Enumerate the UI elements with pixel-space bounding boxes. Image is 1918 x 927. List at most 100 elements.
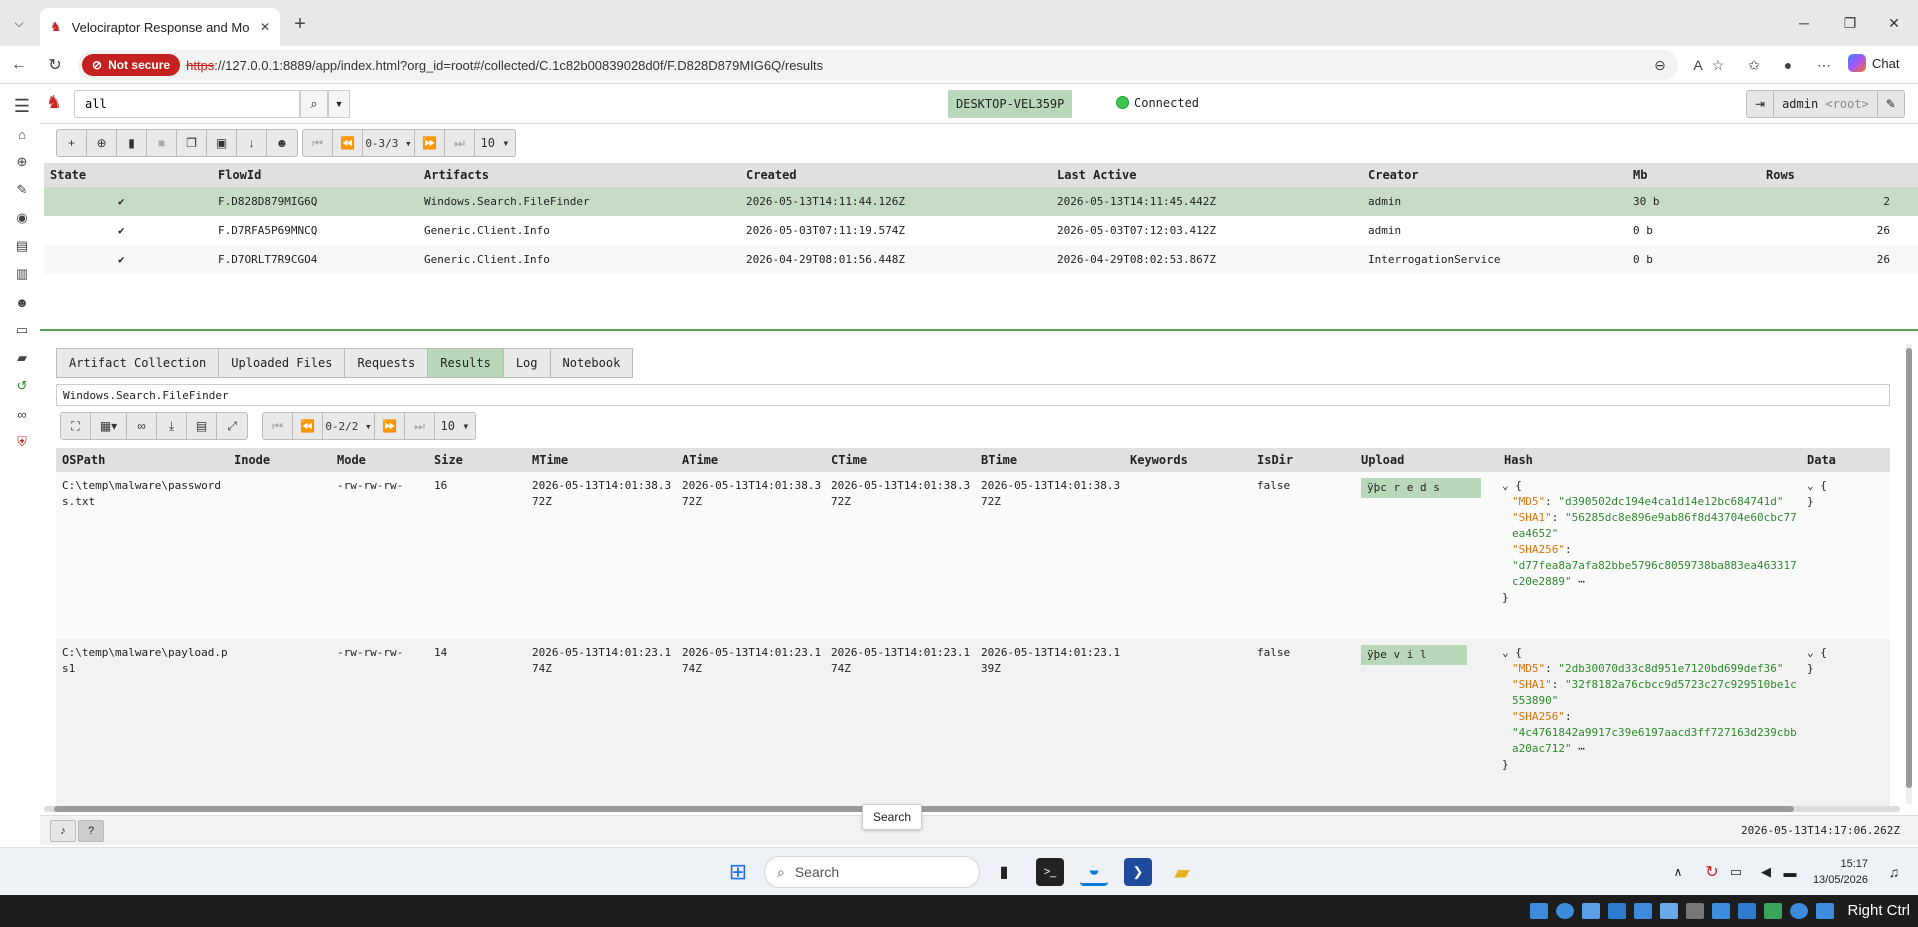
col-artifacts[interactable]: Artifacts <box>418 168 740 182</box>
profile-avatar-icon[interactable]: ● <box>1778 56 1798 74</box>
col-btime[interactable]: BTime <box>975 453 1124 467</box>
col-last-active[interactable]: Last Active <box>1051 168 1362 182</box>
user-icon[interactable]: ☻ <box>8 288 36 316</box>
col-ospath[interactable]: OSPath <box>56 453 228 467</box>
binoculars-icon[interactable]: ∞ <box>8 400 36 428</box>
expand-ellipsis-icon[interactable]: ⋯ <box>1578 575 1585 588</box>
collapse-chevron-icon[interactable]: ⌄ <box>1807 646 1814 659</box>
prev-page-icon[interactable]: ⏪ <box>293 413 323 439</box>
result-row[interactable]: C:\temp\malware\payload.ps1 -rw-rw-rw- 1… <box>56 639 1890 806</box>
upload-link[interactable]: ÿþc r e d s <box>1361 478 1481 498</box>
url-field[interactable]: ⊘ Not secure https://127.0.0.1:8889/app/… <box>78 50 1678 80</box>
col-ctime[interactable]: CTime <box>825 453 975 467</box>
reload-icon[interactable]: ↻ <box>42 52 68 78</box>
vm-display-icon[interactable] <box>1686 903 1704 919</box>
vm-green-status-icon[interactable] <box>1764 903 1782 919</box>
tab-notebook[interactable]: Notebook <box>549 348 634 378</box>
start-windows-icon[interactable]: ⊞ <box>724 858 752 886</box>
home-icon[interactable]: ⌂ <box>8 120 36 148</box>
vm-keyboard-icon[interactable] <box>1816 903 1834 919</box>
history-icon[interactable]: ↺ <box>8 372 36 400</box>
col-data[interactable]: Data <box>1801 453 1881 467</box>
col-atime[interactable]: ATime <box>676 453 825 467</box>
last-page-icon[interactable]: ⏭ <box>405 413 435 439</box>
wrench-icon[interactable]: ✎ <box>8 176 36 204</box>
col-flowid[interactable]: FlowId <box>212 168 418 182</box>
search-dropdown-icon[interactable]: ▼ <box>328 90 350 118</box>
next-page-icon[interactable]: ⏩ <box>375 413 405 439</box>
save-icon[interactable]: ▣ <box>207 130 237 156</box>
hunt-crosshair-icon[interactable]: ⊕ <box>8 148 36 176</box>
favorites-icon[interactable]: ✩ <box>1744 56 1764 74</box>
export-icon[interactable]: ▤ <box>187 413 217 439</box>
favorite-star-icon[interactable]: ☆ <box>1708 56 1728 74</box>
zoom-icon[interactable]: ⊖ <box>1650 56 1670 74</box>
task-view-icon[interactable]: ▮ <box>990 858 1018 886</box>
vm-usb-icon[interactable] <box>1634 903 1652 919</box>
battery-icon[interactable]: ▬ <box>1776 858 1804 886</box>
minimize-window-icon[interactable]: ─ <box>1784 10 1824 36</box>
delete-trash-icon[interactable]: ▮ <box>117 130 147 156</box>
expand-icon[interactable]: ⤢ <box>217 413 247 439</box>
taskbar-search-box[interactable]: ⌕ Search <box>764 856 980 888</box>
result-row[interactable]: C:\temp\malware\passwords.txt -rw-rw-rw-… <box>56 472 1890 639</box>
col-hash[interactable]: Hash <box>1498 453 1801 467</box>
back-arrow-icon[interactable]: ← <box>6 52 32 78</box>
copy-icon[interactable]: ❐ <box>177 130 207 156</box>
not-secure-badge[interactable]: ⊘ Not secure <box>82 54 181 76</box>
search-icon[interactable]: ⌕ <box>300 90 328 118</box>
new-tab-button[interactable]: + <box>288 12 312 36</box>
client-search-input[interactable] <box>74 90 300 118</box>
results-page-size-dropdown[interactable]: 10 ▾ <box>435 413 475 439</box>
laptop-icon[interactable]: ▭ <box>8 316 36 344</box>
fullscreen-icon[interactable]: ⛶ <box>61 413 91 439</box>
help-icon[interactable]: ? <box>78 820 104 842</box>
col-size[interactable]: Size <box>428 453 526 467</box>
browser-tab-velociraptor[interactable]: ♞ Velociraptor Response and Monito ✕ <box>40 8 280 46</box>
first-page-icon[interactable]: ⏮ <box>263 413 293 439</box>
vm-network-icon[interactable] <box>1608 903 1626 919</box>
vm-optical-icon[interactable] <box>1556 903 1574 919</box>
vm-recording-icon[interactable] <box>1712 903 1730 919</box>
prev-page-icon[interactable]: ⏪ <box>333 130 363 156</box>
shield-icon[interactable]: ⛨ <box>8 428 36 456</box>
hamburger-menu-icon[interactable]: ☰ <box>8 92 36 120</box>
col-keywords[interactable]: Keywords <box>1124 453 1251 467</box>
column-selector-icon[interactable]: ▦▾ <box>91 413 127 439</box>
collapse-chevron-icon[interactable]: ⌄ <box>1502 646 1509 659</box>
expand-ellipsis-icon[interactable]: ⋯ <box>1578 742 1585 755</box>
binoculars-icon[interactable]: ∞ <box>127 413 157 439</box>
download-icon[interactable]: ⤓ <box>157 413 187 439</box>
powershell-icon[interactable]: ❯ <box>1124 858 1152 886</box>
network-icon[interactable]: ▭ <box>1722 858 1750 886</box>
edge-browser-icon[interactable]: ◒ <box>1080 858 1108 886</box>
book-icon[interactable]: ▥ <box>8 260 36 288</box>
new-collection-plus-icon[interactable]: + <box>57 130 87 156</box>
show-hidden-icons-chevron-icon[interactable]: ∧ <box>1664 858 1692 886</box>
tab-log[interactable]: Log <box>502 348 550 378</box>
tab-requests[interactable]: Requests <box>344 348 428 378</box>
restore-window-icon[interactable]: ❐ <box>1830 10 1870 36</box>
collapse-chevron-icon[interactable]: ⌄ <box>1502 479 1509 492</box>
notifications-bell-icon[interactable]: ♫ <box>1880 858 1908 886</box>
col-creator[interactable]: Creator <box>1362 168 1627 182</box>
col-isdir[interactable]: IsDir <box>1251 453 1355 467</box>
taskbar-clock[interactable]: 15:17 13/05/2026 <box>1808 856 1868 888</box>
client-id-badge[interactable]: DESKTOP-VEL359P <box>948 90 1073 118</box>
download-icon[interactable]: ↓ <box>237 130 267 156</box>
add-to-hunt-crosshair-icon[interactable]: ⊕ <box>87 130 117 156</box>
flow-row[interactable]: ✔ F.D7RFA5P69MNCQ Generic.Client.Info 20… <box>44 216 1918 245</box>
close-window-icon[interactable]: ✕ <box>1874 10 1914 36</box>
file-explorer-icon[interactable]: ▰ <box>1168 858 1196 886</box>
logout-icon[interactable]: ⇥ <box>1747 91 1775 117</box>
col-inode[interactable]: Inode <box>228 453 331 467</box>
vm-shared-folder-icon[interactable] <box>1660 903 1678 919</box>
col-mb[interactable]: Mb <box>1627 168 1760 182</box>
server-icon[interactable]: ▤ <box>8 232 36 260</box>
tab-results[interactable]: Results <box>427 348 503 378</box>
panel-splitter[interactable] <box>40 329 1918 331</box>
user-menu[interactable]: ⇥ admin <root> ✎ <box>1746 90 1905 118</box>
col-created[interactable]: Created <box>740 168 1051 182</box>
read-aloud-icon[interactable]: A <box>1688 56 1708 74</box>
col-mtime[interactable]: MTime <box>526 453 676 467</box>
